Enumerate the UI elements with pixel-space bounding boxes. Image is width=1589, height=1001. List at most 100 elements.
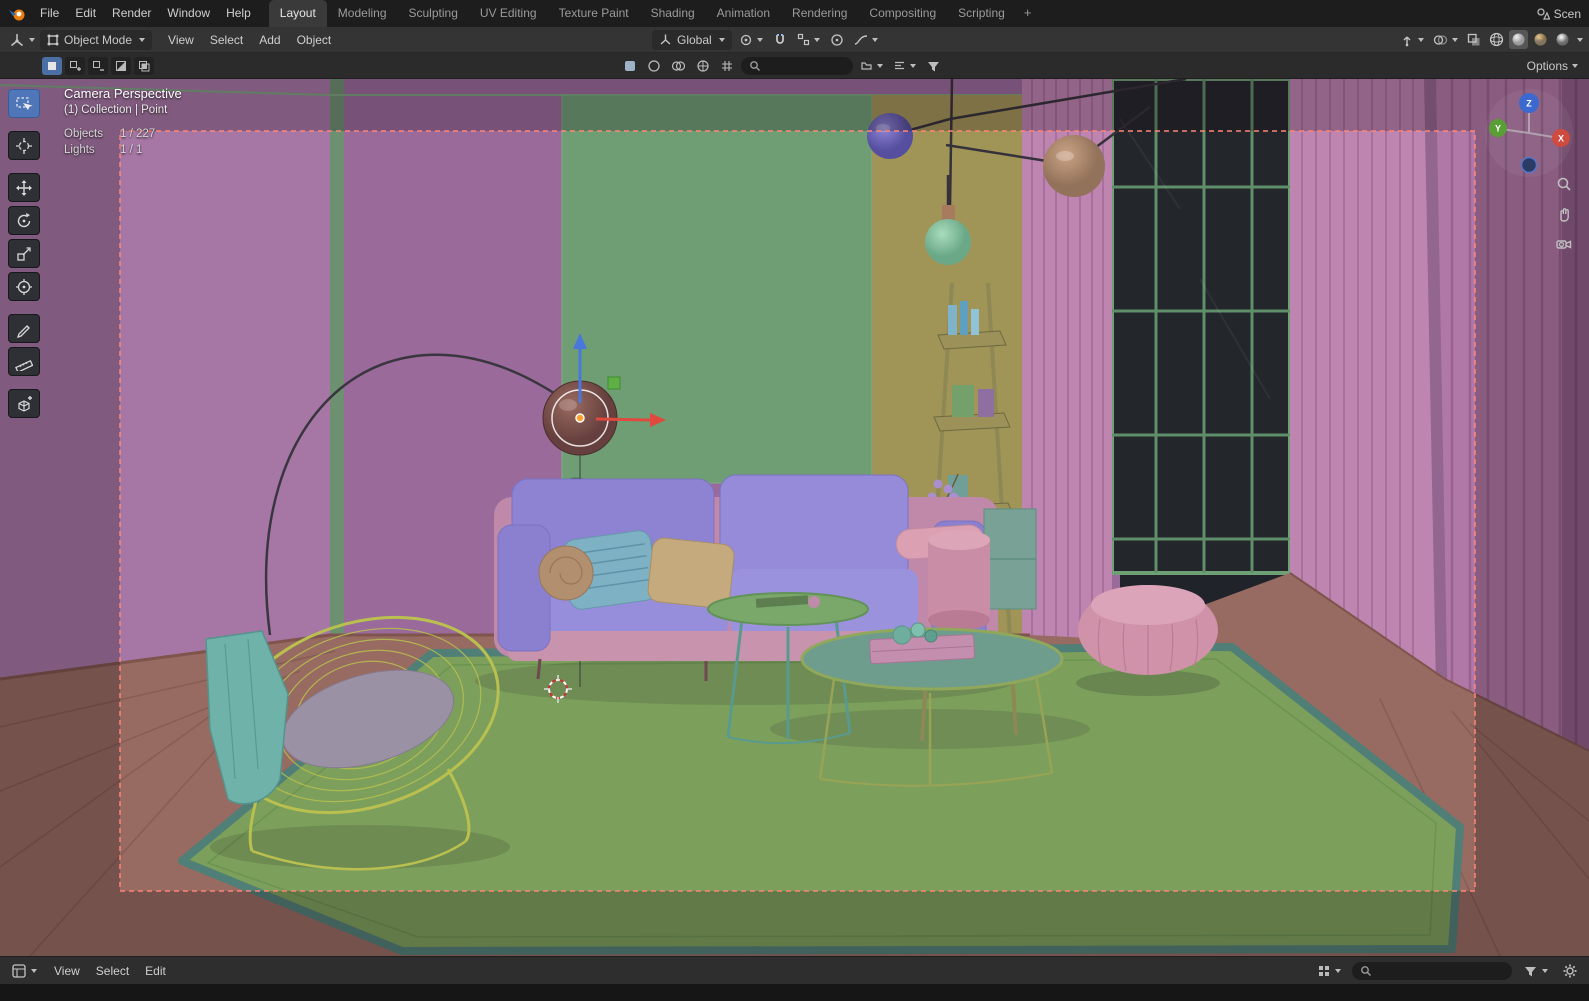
bottom-menu-view[interactable]: View (46, 957, 88, 985)
tool-transform[interactable] (8, 272, 40, 301)
blender-window: File Edit Render Window Help Layout Mode… (0, 0, 1589, 1001)
tool-settings-bar: Options (0, 53, 1589, 79)
tab-layout[interactable]: Layout (268, 0, 327, 27)
show-gizmo-dropdown[interactable] (1397, 30, 1427, 50)
tab-scripting[interactable]: Scripting (947, 0, 1016, 27)
search-input[interactable] (1376, 964, 1486, 977)
stat-lights: Lights 1 / 1 (64, 144, 143, 156)
square-icon[interactable] (620, 56, 640, 76)
settings-button[interactable] (1559, 961, 1581, 981)
window[interactable] (1110, 79, 1292, 575)
tool-rotate[interactable] (8, 206, 40, 235)
axis-y-label[interactable]: Y (1495, 124, 1501, 134)
shading-dropdown-chevron[interactable] (1577, 37, 1583, 42)
tool-annotate[interactable] (8, 314, 40, 343)
tab-texture-paint[interactable]: Texture Paint (548, 0, 640, 27)
menu-add[interactable]: Add (251, 27, 288, 53)
proportional-circle-icon (831, 33, 843, 46)
scene-name: Scen (1553, 6, 1581, 21)
viewport-3d-scene[interactable] (0, 79, 1589, 956)
sphere-icon[interactable] (644, 56, 664, 76)
menu-file[interactable]: File (32, 0, 67, 27)
editor-type-button[interactable] (6, 30, 38, 50)
bottom-search[interactable] (1352, 961, 1512, 980)
display-mode-dropdown[interactable] (1314, 961, 1344, 981)
select-mode-subtract[interactable] (88, 56, 108, 75)
tool-scale[interactable] (8, 239, 40, 268)
xray-icon (1467, 33, 1480, 45)
scene-statistics: Objects 1 / 227 Lights 1 / 1 (64, 128, 182, 156)
axis-x-label[interactable]: X (1558, 134, 1564, 144)
wireframe-sphere-icon (1489, 32, 1504, 47)
tool-select-box[interactable] (8, 89, 40, 118)
menu-help[interactable]: Help (218, 0, 259, 27)
search-icon (750, 60, 760, 71)
tab-uv-editing[interactable]: UV Editing (469, 0, 548, 27)
options-dropdown[interactable]: Options (1524, 56, 1581, 76)
zoom-icon[interactable] (1555, 175, 1573, 193)
proportional-editing-toggle[interactable] (827, 30, 847, 50)
tab-animation[interactable]: Animation (706, 0, 781, 27)
tab-sculpting[interactable]: Sculpting (398, 0, 469, 27)
select-mode-intersect[interactable] (134, 56, 154, 75)
viewport-editor-icon (11, 33, 23, 46)
overlays-dropdown[interactable] (1430, 30, 1461, 50)
xray-toggle[interactable] (1464, 30, 1484, 50)
search-input[interactable] (765, 59, 845, 72)
bottom-menu-edit[interactable]: Edit (137, 957, 174, 985)
menu-window[interactable]: Window (159, 0, 218, 27)
pouf[interactable] (1078, 585, 1218, 675)
menu-render[interactable]: Render (104, 0, 159, 27)
axis-z-label[interactable]: Z (1526, 99, 1532, 109)
mode-dropdown[interactable]: Object Mode (40, 29, 153, 50)
blender-logo-icon[interactable] (6, 0, 32, 27)
camera-view-icon[interactable] (1555, 235, 1573, 253)
filter-funnel-icon[interactable] (923, 56, 944, 76)
menu-object[interactable]: Object (289, 27, 340, 53)
shading-solid-button[interactable] (1509, 30, 1528, 49)
proportional-falloff-dropdown[interactable] (851, 30, 881, 50)
shading-rendered-button[interactable] (1553, 30, 1572, 49)
bottom-editor-type-button[interactable] (8, 961, 40, 981)
select-mode-invert[interactable] (111, 56, 131, 75)
bottom-filter-dropdown[interactable] (1520, 961, 1551, 981)
workspace-tabs: Layout Modeling Sculpting UV Editing Tex… (268, 0, 1040, 27)
add-workspace-button[interactable]: + (1016, 0, 1040, 27)
chevron-down-icon (718, 37, 725, 42)
tab-rendering[interactable]: Rendering (781, 0, 858, 27)
globe-icon[interactable] (693, 56, 713, 76)
tool-add-primitive[interactable] (8, 389, 40, 418)
bottom-menu-select[interactable]: Select (88, 957, 137, 985)
scene-selector[interactable]: Scen (1534, 0, 1583, 27)
snap-toggle[interactable] (770, 30, 790, 50)
list-dropdown[interactable] (890, 56, 919, 76)
tab-shading[interactable]: Shading (640, 0, 706, 27)
bottom-menus: View Select Edit (46, 957, 174, 985)
select-mode-set[interactable] (42, 56, 62, 75)
viewport-side-controls (1555, 175, 1573, 253)
shading-wireframe-button[interactable] (1487, 30, 1506, 49)
gear-icon (1563, 964, 1577, 977)
tool-measure[interactable] (8, 347, 40, 376)
navigation-gizmo[interactable]: Z X Y (1481, 85, 1577, 181)
editor-icon (12, 963, 26, 978)
menu-select[interactable]: Select (202, 27, 251, 53)
menu-edit[interactable]: Edit (67, 0, 104, 27)
collection-dropdown[interactable] (857, 56, 886, 76)
tab-compositing[interactable]: Compositing (858, 0, 947, 27)
tab-modeling[interactable]: Modeling (327, 0, 398, 27)
tool-move[interactable] (8, 173, 40, 202)
pivot-point-dropdown[interactable] (736, 30, 766, 50)
spheres-icon[interactable] (668, 56, 689, 76)
shading-material-button[interactable] (1531, 30, 1550, 49)
select-mode-extend[interactable] (65, 56, 85, 75)
menu-view[interactable]: View (160, 27, 202, 53)
viewport-search[interactable] (741, 56, 853, 75)
snap-target-dropdown[interactable] (794, 30, 823, 50)
tool-cursor[interactable] (8, 131, 40, 160)
viewport-3d[interactable]: Camera Perspective (1) Collection | Poin… (0, 79, 1589, 956)
pan-hand-icon[interactable] (1555, 205, 1573, 223)
grid-icon[interactable] (717, 56, 737, 76)
transform-orientation-dropdown[interactable]: Global (652, 29, 732, 50)
material-sphere-icon (1534, 33, 1547, 46)
